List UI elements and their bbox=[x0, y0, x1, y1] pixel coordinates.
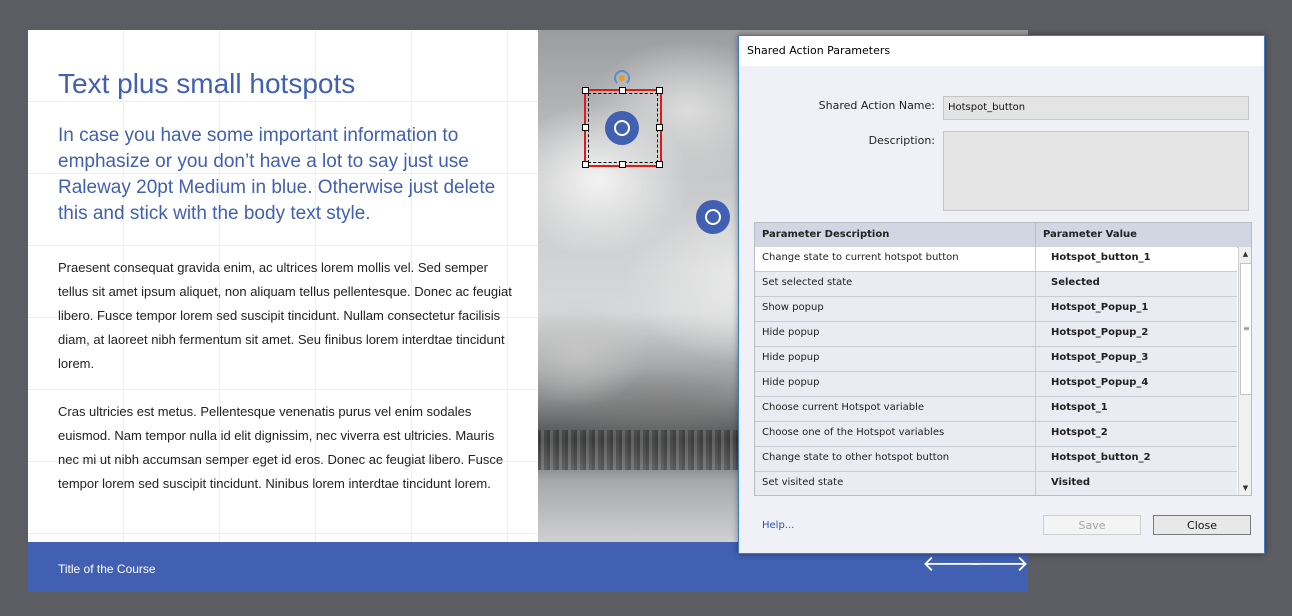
parameter-description-cell: Hide popup bbox=[762, 352, 820, 363]
parameter-value-cell[interactable]: Hotspot_2 bbox=[1051, 427, 1108, 438]
resize-handle-bottom-right[interactable] bbox=[656, 161, 663, 168]
parameter-value-cell[interactable]: Selected bbox=[1051, 277, 1100, 288]
hotspot-button-2[interactable] bbox=[696, 200, 730, 234]
resize-handle-bottom-left[interactable] bbox=[582, 161, 589, 168]
close-button[interactable]: Close bbox=[1153, 515, 1251, 535]
parameter-value-cell[interactable]: Hotspot_1 bbox=[1051, 402, 1108, 413]
parameter-value-cell[interactable]: Hotspot_button_1 bbox=[1051, 252, 1151, 263]
column-divider bbox=[1035, 297, 1036, 322]
resize-handle-top-left[interactable] bbox=[582, 87, 589, 94]
column-divider bbox=[1035, 247, 1036, 272]
text-panel: Text plus small hotspots In case you hav… bbox=[28, 30, 538, 542]
parameter-description-cell: Hide popup bbox=[762, 327, 820, 338]
parameter-value-cell[interactable]: Hotspot_Popup_2 bbox=[1051, 327, 1148, 338]
header-parameter-description[interactable]: Parameter Description bbox=[762, 229, 889, 240]
parameter-description-cell: Change state to current hotspot button bbox=[762, 252, 959, 263]
grip-icon: ≡ bbox=[1243, 324, 1250, 333]
course-title: Title of the Course bbox=[58, 562, 156, 576]
column-divider bbox=[1035, 322, 1036, 347]
parameter-description-cell: Change state to other hotspot button bbox=[762, 452, 950, 463]
dialog-body: Shared Action Name: Hotspot_button Descr… bbox=[739, 66, 1264, 553]
parameter-value-cell[interactable]: Hotspot_Popup_1 bbox=[1051, 302, 1148, 313]
slide-title[interactable]: Text plus small hotspots bbox=[58, 68, 355, 100]
scroll-down-icon[interactable]: ▼ bbox=[1239, 481, 1251, 495]
table-row[interactable]: Choose current Hotspot variable Hotspot_… bbox=[755, 397, 1237, 422]
parameter-description-cell: Set selected state bbox=[762, 277, 853, 288]
dialog-titlebar[interactable]: Shared Action Parameters bbox=[739, 36, 1264, 66]
table-row[interactable]: Change state to other hotspot button Hot… bbox=[755, 447, 1237, 472]
parameter-value-cell[interactable]: Hotspot_Popup_3 bbox=[1051, 352, 1148, 363]
column-divider bbox=[1035, 372, 1036, 397]
resize-handle-top[interactable] bbox=[619, 87, 626, 94]
column-divider bbox=[1035, 272, 1036, 297]
table-row[interactable]: Set visited state Visited bbox=[755, 472, 1237, 495]
table-row[interactable]: Hide popup Hotspot_Popup_2 bbox=[755, 322, 1237, 347]
description-label: Description: bbox=[868, 134, 935, 147]
parameters-table: Parameter Description Parameter Value Ch… bbox=[754, 222, 1252, 496]
table-row[interactable]: Show popup Hotspot_Popup_1 bbox=[755, 297, 1237, 322]
description-field[interactable] bbox=[943, 131, 1249, 211]
resize-handle-right[interactable] bbox=[656, 124, 663, 131]
parameter-description-cell: Set visited state bbox=[762, 477, 844, 488]
scroll-up-icon[interactable]: ▲ bbox=[1239, 247, 1251, 261]
table-row[interactable]: Hide popup Hotspot_Popup_3 bbox=[755, 347, 1237, 372]
arrow-right-icon[interactable]: 🡒 bbox=[970, 551, 1028, 577]
help-link[interactable]: Help... bbox=[762, 520, 794, 531]
body-paragraph-1[interactable]: Praesent consequat gravida enim, ac ultr… bbox=[58, 256, 518, 376]
column-divider bbox=[1035, 447, 1036, 472]
column-divider bbox=[1035, 472, 1036, 495]
table-scrollbar[interactable]: ▲ ≡ ▼ bbox=[1238, 247, 1251, 495]
column-divider bbox=[1035, 347, 1036, 372]
column-divider bbox=[1035, 397, 1036, 422]
parameter-description-cell: Hide popup bbox=[762, 377, 820, 388]
scrollbar-thumb[interactable]: ≡ bbox=[1240, 263, 1251, 395]
body-paragraph-2[interactable]: Cras ultricies est metus. Pellentesque v… bbox=[58, 400, 518, 496]
parameter-value-cell[interactable]: Visited bbox=[1051, 477, 1090, 488]
table-row[interactable]: Set selected state Selected bbox=[755, 272, 1237, 297]
hotspot-button-1[interactable] bbox=[605, 111, 639, 145]
resize-handle-left[interactable] bbox=[582, 124, 589, 131]
dialog-title: Shared Action Parameters bbox=[747, 44, 891, 57]
header-divider bbox=[1035, 223, 1036, 247]
shared-action-name-label: Shared Action Name: bbox=[818, 99, 935, 112]
resize-handle-bottom[interactable] bbox=[619, 161, 626, 168]
table-row[interactable]: Choose one of the Hotspot variables Hots… bbox=[755, 422, 1237, 447]
shared-action-name-field[interactable]: Hotspot_button bbox=[943, 96, 1249, 120]
resize-handle-top-right[interactable] bbox=[656, 87, 663, 94]
save-button[interactable]: Save bbox=[1043, 515, 1141, 535]
table-row[interactable]: Hide popup Hotspot_Popup_4 bbox=[755, 372, 1237, 397]
table-row[interactable]: Change state to current hotspot button H… bbox=[755, 247, 1237, 272]
parameter-value-cell[interactable]: Hotspot_Popup_4 bbox=[1051, 377, 1148, 388]
shared-action-parameters-dialog: Shared Action Parameters Shared Action N… bbox=[738, 35, 1265, 554]
parameter-description-cell: Show popup bbox=[762, 302, 824, 313]
rotate-handle-icon[interactable] bbox=[614, 70, 630, 86]
column-divider bbox=[1035, 422, 1036, 447]
slide-subtitle[interactable]: In case you have some important informat… bbox=[58, 123, 518, 227]
table-header: Parameter Description Parameter Value bbox=[755, 223, 1251, 248]
header-parameter-value[interactable]: Parameter Value bbox=[1043, 229, 1137, 240]
parameter-description-cell: Choose current Hotspot variable bbox=[762, 402, 925, 413]
table-body: Change state to current hotspot button H… bbox=[755, 247, 1237, 495]
parameter-description-cell: Choose one of the Hotspot variables bbox=[762, 427, 945, 438]
parameter-value-cell[interactable]: Hotspot_button_2 bbox=[1051, 452, 1151, 463]
